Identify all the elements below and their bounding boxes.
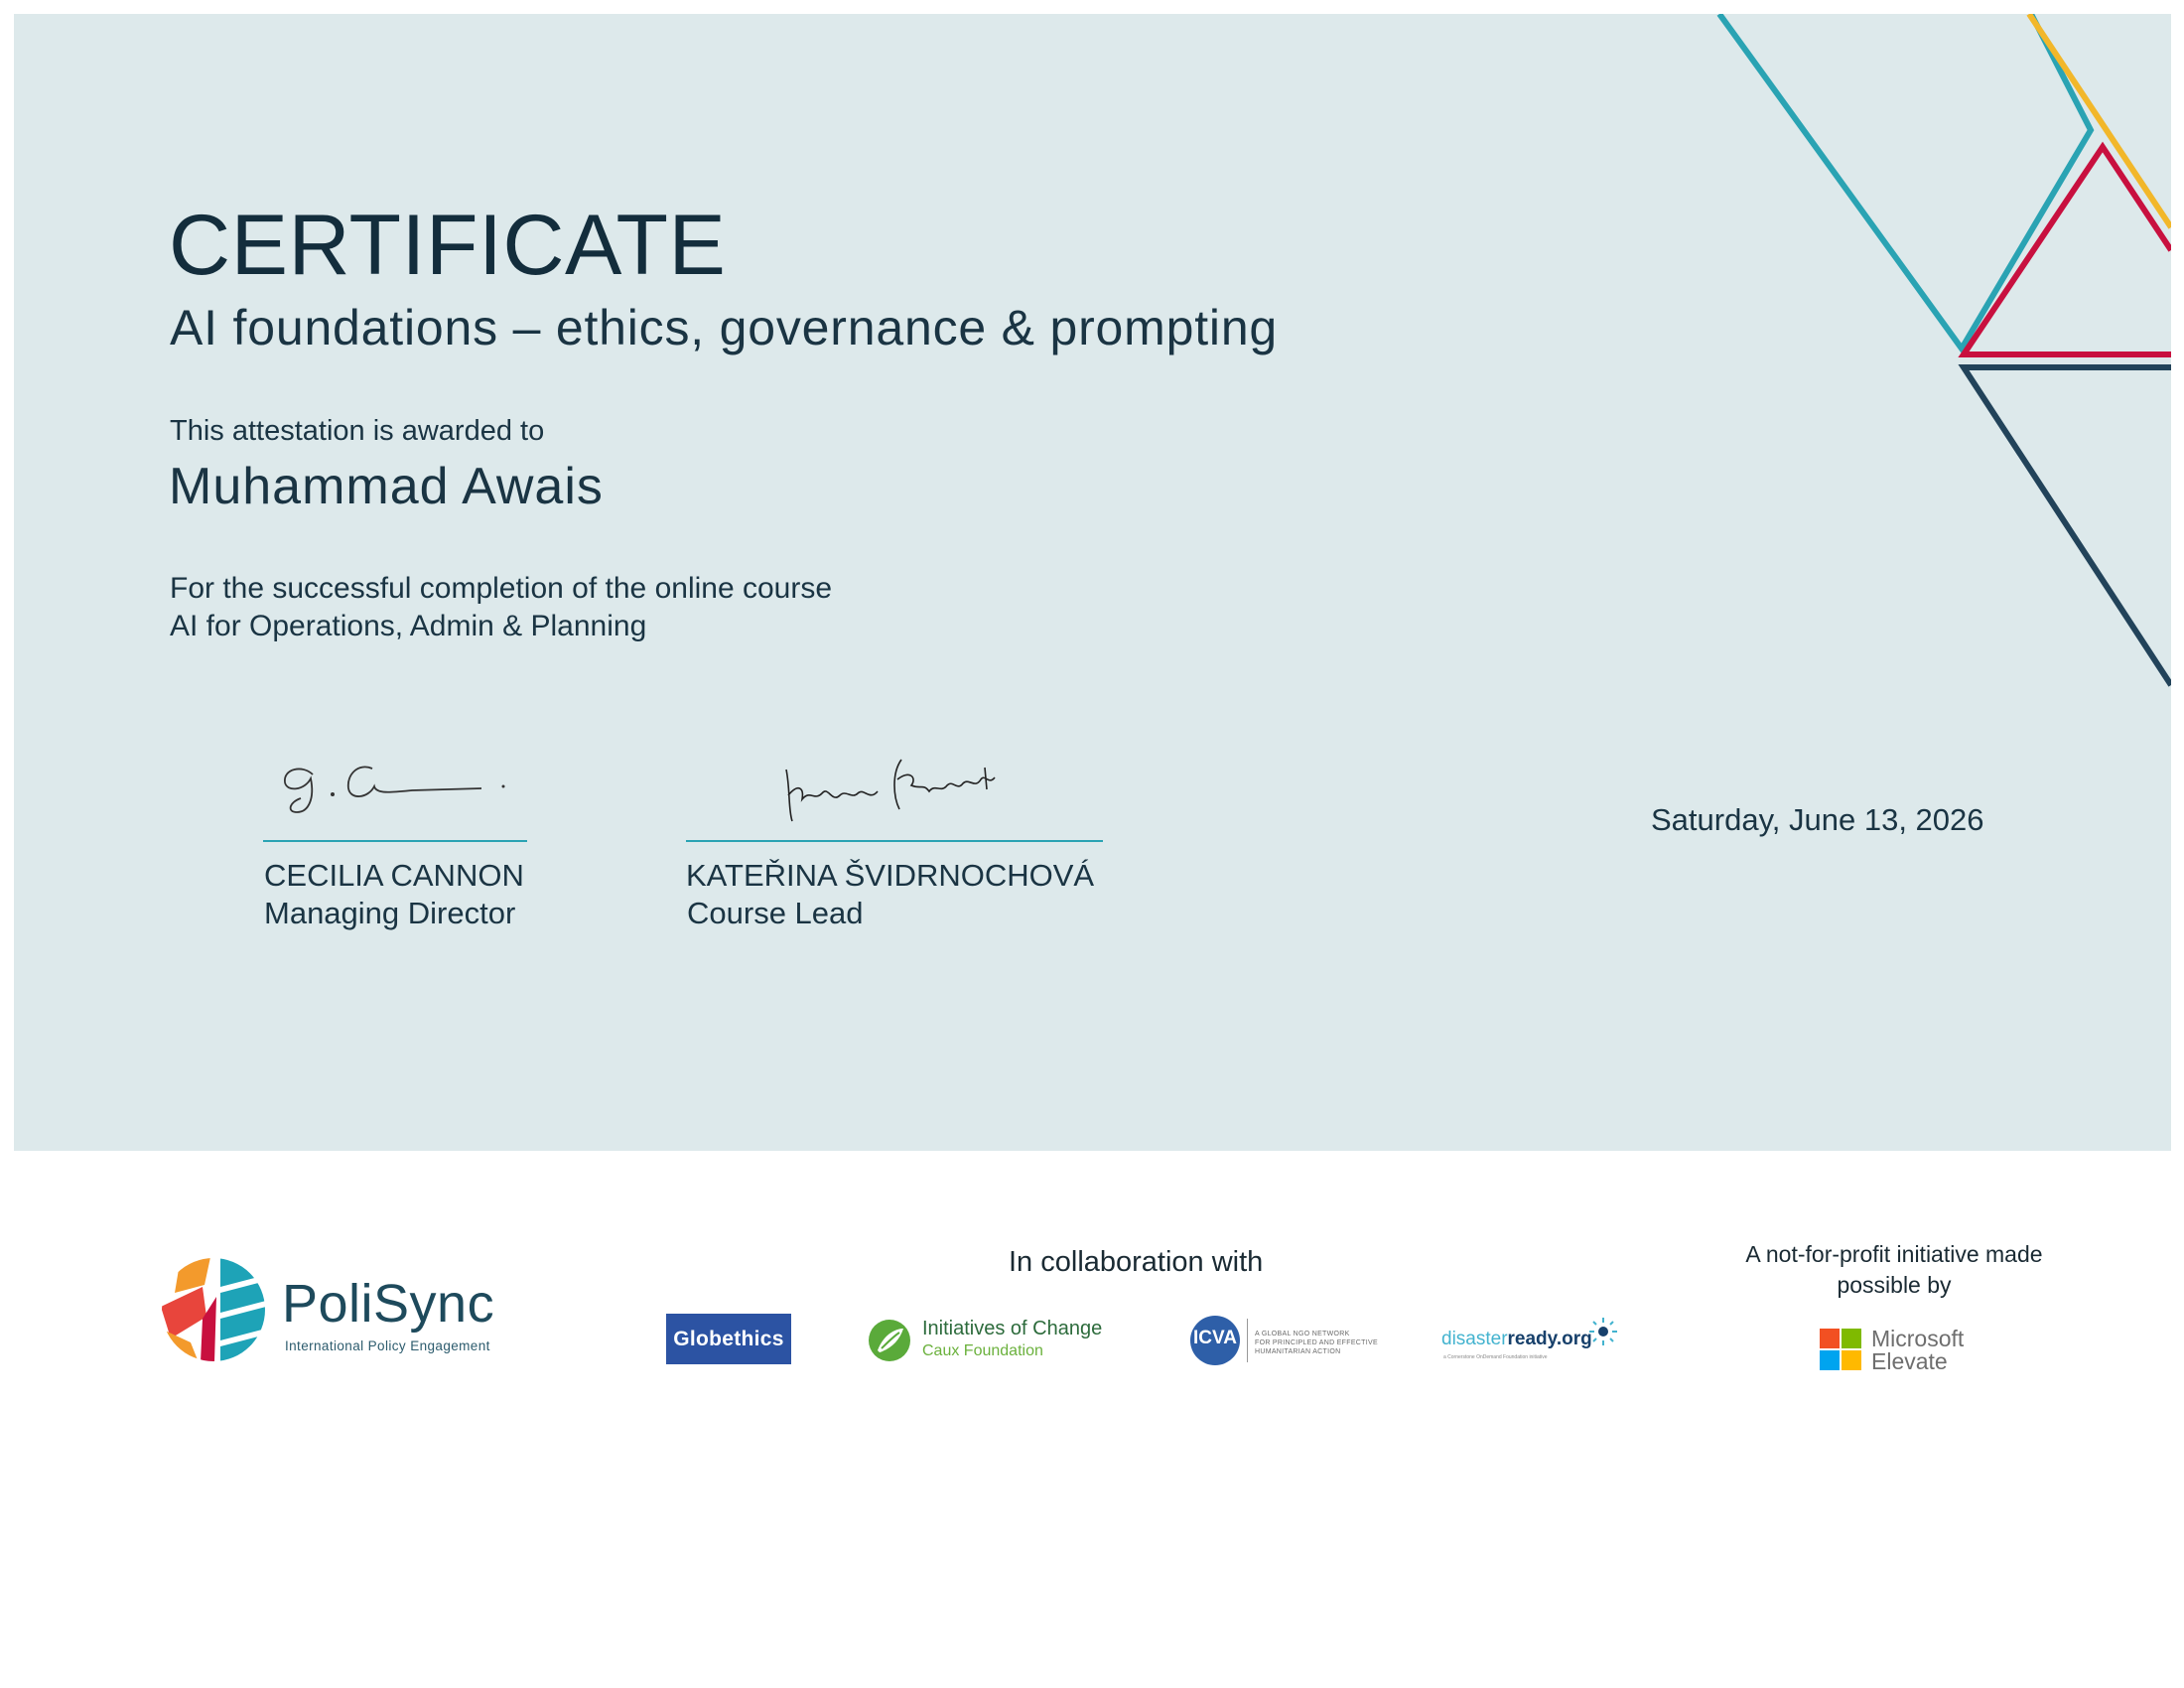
teal-triangle	[1716, 14, 2095, 354]
disasterready-tagline: a Cornerstone OnDemand Foundation initia…	[1443, 1354, 1548, 1360]
icva-tagline: A GLOBAL NGO NETWORK FOR PRINCIPLED AND …	[1255, 1331, 1378, 1355]
polisync-tagline: International Policy Engagement	[285, 1338, 490, 1353]
globethics-logo: Globethics	[666, 1314, 791, 1364]
icva-abbr: ICVA	[1193, 1328, 1237, 1348]
signature-2-image	[785, 759, 996, 822]
polisync-emblem-icon	[162, 1258, 265, 1361]
completion-text: For the successful completion of the onl…	[170, 570, 832, 645]
sponsor-program: Elevate	[1871, 1348, 1948, 1374]
certificate-title: CERTIFICATE	[169, 198, 727, 293]
microsoft-squares-icon	[1820, 1329, 1861, 1370]
course-name: AI for Operations, Admin & Planning	[170, 610, 647, 642]
disasterready-wordmark: disasterready.org	[1441, 1329, 1592, 1349]
disasterready-logo: disasterready.org a Cornerstone OnDemand…	[1441, 1317, 1620, 1366]
signatory-1-role: Managing Director	[264, 896, 516, 930]
polisync-name: PoliSync	[282, 1274, 495, 1334]
microsoft-elevate-logo: Microsoft Elevate	[1820, 1326, 1998, 1375]
initiatives-of-change-logo: Initiatives of Change Caux Foundation	[868, 1316, 1126, 1365]
signatory-2-name: KATEŘINA ŠVIDRNOCHOVÁ	[686, 858, 1095, 893]
signature-1-line	[263, 840, 527, 842]
initiative-text: A not-for-profit initiative made possibl…	[1745, 1241, 2043, 1298]
ioc-subname: Caux Foundation	[922, 1342, 1043, 1359]
signature-1-image	[284, 766, 505, 813]
icva-logo: ICVA A GLOBAL NGO NETWORK FOR PRINCIPLED…	[1189, 1314, 1378, 1367]
disasterready-burst-icon	[1589, 1318, 1617, 1345]
collaboration-label: In collaboration with	[1009, 1246, 1264, 1278]
completion-line-1: For the successful completion of the onl…	[170, 572, 833, 605]
polisync-logo: PoliSync International Policy Engagement	[161, 1255, 528, 1364]
icva-divider	[1247, 1319, 1248, 1362]
certificate-subtitle: AI foundations – ethics, governance & pr…	[170, 300, 1279, 355]
ioc-leaf-icon	[869, 1320, 910, 1361]
recipient-name: Muhammad Awais	[169, 458, 604, 515]
navy-triangle	[1958, 364, 2171, 687]
signature-2-line	[686, 840, 1103, 842]
ioc-name: Initiatives of Change	[922, 1318, 1103, 1339]
sponsor-name: Microsoft	[1871, 1326, 1965, 1351]
signatory-1-name: CECILIA CANNON	[264, 858, 524, 893]
awarded-text: This attestation is awarded to	[170, 415, 545, 447]
issue-date: Saturday, June 13, 2026	[1651, 802, 1984, 837]
signatory-2-role: Course Lead	[687, 896, 864, 930]
